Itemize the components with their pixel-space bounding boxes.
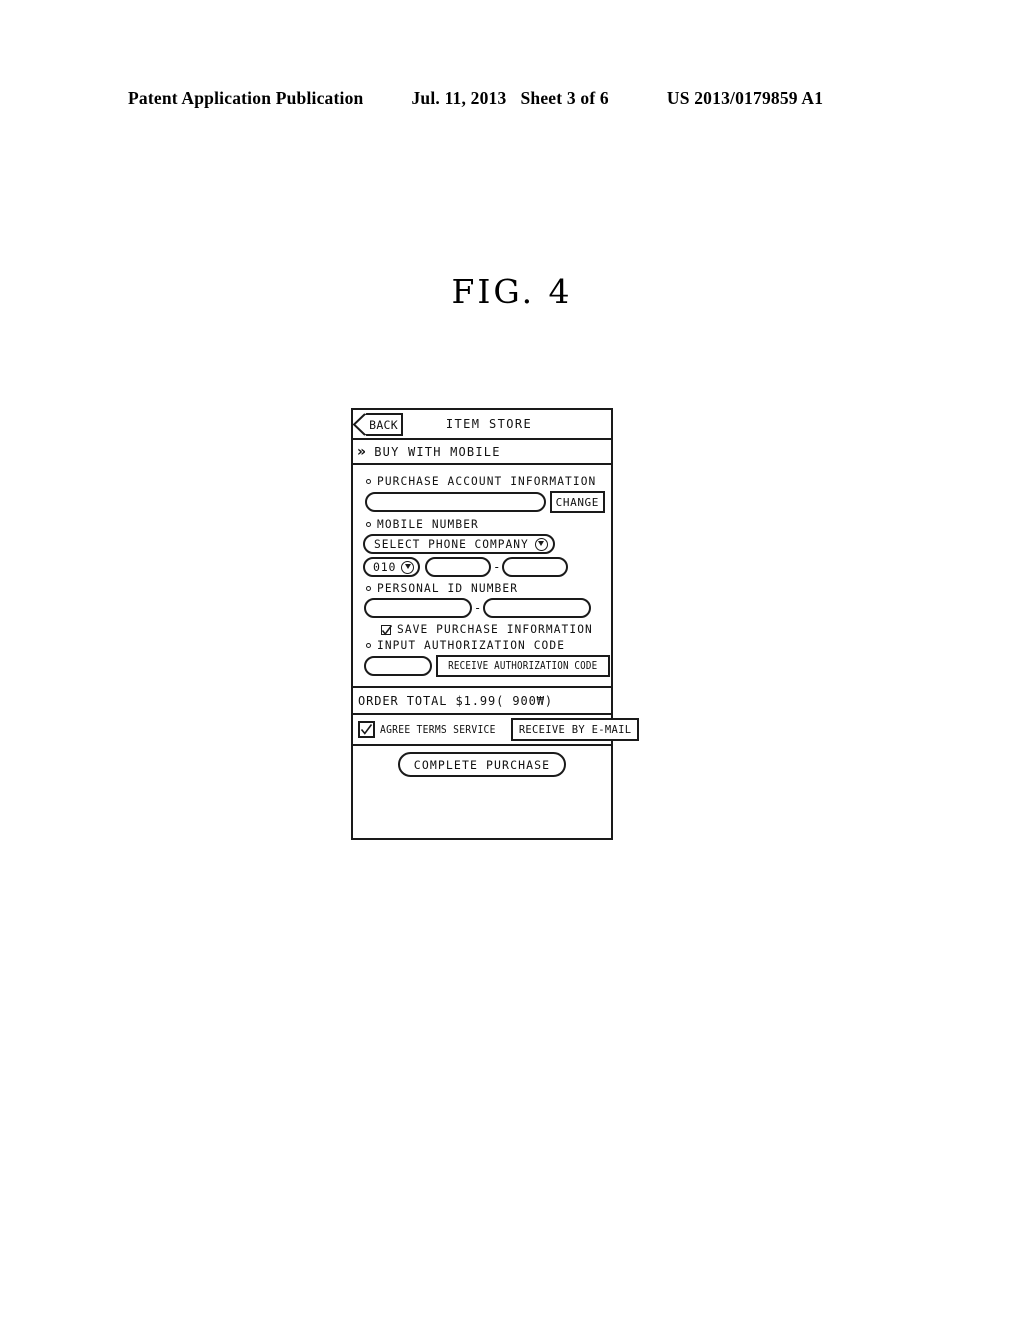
patent-header: Patent Application Publication Jul. 11, … [128,88,896,109]
purchase-account-label-row: PURCHASE ACCOUNT INFORMATION [353,475,611,488]
save-purchase-information-label: SAVE PURCHASE INFORMATION [397,623,593,636]
mobile-number-label-row: MOBILE NUMBER [353,518,611,531]
complete-purchase-button[interactable]: COMPLETE PURCHASE [397,752,567,777]
agree-terms-label: AGREE TERMS SERVICE [380,723,496,736]
save-purchase-information-checkbox-row[interactable]: SAVE PURCHASE INFORMATION [353,623,611,636]
mobile-number-part3-input[interactable] [502,557,569,577]
mobile-prefix-value: 010 [373,560,397,574]
patent-sheet-label: Sheet 3 of 6 [520,88,609,108]
personal-id-part1-input[interactable] [364,598,472,618]
checkbox-checked-icon[interactable] [381,624,393,635]
bullet-icon [366,643,371,648]
receive-by-email-button-label: RECEIVE BY E-MAIL [518,723,632,736]
section-header-label: BUY WITH MOBILE [374,444,501,459]
chevron-down-icon [401,560,415,574]
section-header-buy-with-mobile[interactable]: » BUY WITH MOBILE [353,440,611,465]
change-account-button[interactable]: CHANGE [549,491,605,513]
patent-number-label: US 2013/0179859 A1 [666,88,824,108]
mobile-number-part2-input[interactable] [425,557,492,577]
complete-purchase-row: COMPLETE PURCHASE [353,746,611,783]
mobile-number-row: 010 - [353,557,611,577]
personal-id-row: - [353,598,611,618]
back-button-label: BACK [369,417,398,432]
double-chevron-right-icon: » [357,443,368,460]
mobile-number-label: MOBILE NUMBER [377,518,479,531]
receive-authorization-code-button-label: RECEIVE AUTHORIZATION CODE [448,660,598,672]
chevron-down-icon [534,537,548,551]
receive-authorization-code-button[interactable]: RECEIVE AUTHORIZATION CODE [436,655,610,677]
authorization-code-label: INPUT AUTHORIZATION CODE [377,639,566,652]
phone-company-select[interactable]: SELECT PHONE COMPANY [363,534,555,554]
mobile-number-separator: - [493,560,501,574]
authorization-code-label-row: INPUT AUTHORIZATION CODE [353,639,611,652]
agree-terms-checkbox[interactable] [358,721,375,738]
receive-by-email-button[interactable]: RECEIVE BY E-MAIL [510,718,640,741]
patent-publication-label: Patent Application Publication [128,88,364,108]
carrier-select-row: SELECT PHONE COMPANY [353,534,611,554]
bullet-icon [366,522,371,527]
authorization-code-row: RECEIVE AUTHORIZATION CODE [353,655,611,677]
purchase-account-row: CHANGE [353,491,611,513]
figure-title: FIG. 4 [451,272,573,311]
order-total-row: ORDER TOTAL $1.99( 900₩) [353,688,611,715]
personal-id-separator: - [474,601,482,615]
change-account-button-label: CHANGE [555,495,599,509]
form-body: PURCHASE ACCOUNT INFORMATION CHANGE MOBI… [353,465,611,688]
complete-purchase-button-label: COMPLETE PURCHASE [413,757,551,772]
bullet-icon [366,479,371,484]
order-total-text: ORDER TOTAL $1.99( 900₩) [358,693,553,708]
personal-id-label: PERSONAL ID NUMBER [377,582,519,595]
phone-company-select-value: SELECT PHONE COMPANY [374,537,529,551]
mobile-prefix-select[interactable]: 010 [363,557,421,577]
purchase-account-label: PURCHASE ACCOUNT INFORMATION [377,475,597,488]
bullet-icon [366,586,371,591]
titlebar: BACK ITEM STORE [353,410,611,440]
personal-id-label-row: PERSONAL ID NUMBER [353,582,611,595]
purchase-account-input[interactable] [365,492,546,512]
agreement-row: AGREE TERMS SERVICE RECEIVE BY E-MAIL [353,715,640,746]
patent-date-label: Jul. 11, 2013 [411,88,507,108]
personal-id-part2-input[interactable] [483,598,592,618]
authorization-code-input[interactable] [364,656,433,676]
device-screen-panel: BACK ITEM STORE » BUY WITH MOBILE PURCHA… [351,408,640,840]
